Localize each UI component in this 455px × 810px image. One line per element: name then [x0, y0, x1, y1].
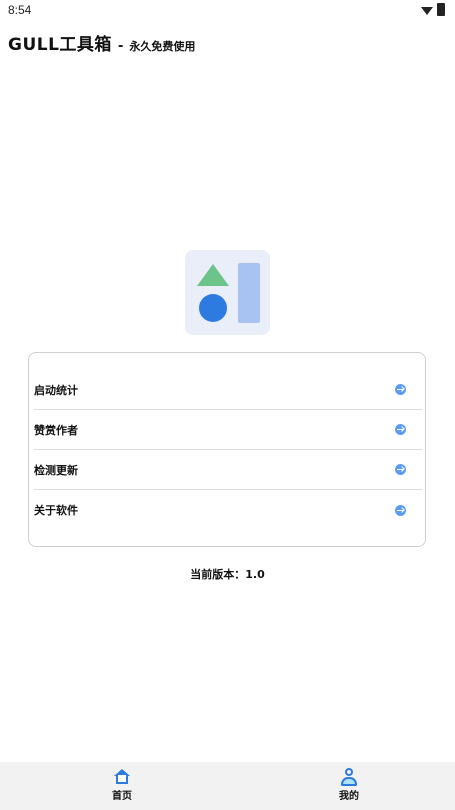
wifi-icon — [421, 6, 433, 15]
bottom-nav: 首页 我的 — [0, 762, 455, 810]
menu-item-about-software[interactable]: 关于软件 — [34, 490, 422, 530]
menu-item-label: 赞赏作者 — [34, 423, 78, 437]
app-title: GULL工具箱 — [8, 35, 112, 55]
status-bar: 8:54 — [0, 0, 455, 22]
menu-card: 启动统计 赞赏作者 检测更新 关于软件 — [28, 352, 426, 547]
version-text: 当前版本：1.0 — [190, 568, 265, 581]
logo-triangle-shape — [197, 264, 229, 286]
menu-item-label: 关于软件 — [34, 504, 78, 517]
arrow-right-circle-icon — [395, 424, 406, 435]
nav-tab-mine[interactable]: 我的 — [324, 768, 374, 802]
nav-tab-label: 首页 — [112, 791, 132, 802]
menu-item-label: 检测更新 — [34, 463, 78, 477]
home-icon — [113, 768, 131, 786]
app-subtitle: 永久免费使用 — [129, 40, 196, 53]
logo-bar-shape — [238, 263, 260, 323]
arrow-right-circle-icon — [395, 464, 406, 475]
nav-tab-label: 我的 — [339, 791, 359, 802]
status-time: 8:54 — [8, 3, 32, 17]
arrow-right-circle-icon — [395, 504, 406, 516]
menu-item-launch-stats[interactable]: 启动统计 — [34, 370, 422, 410]
logo-circle-shape — [199, 294, 227, 322]
menu-item-check-update[interactable]: 检测更新 — [34, 450, 422, 490]
status-icons — [421, 3, 445, 16]
menu-item-donate-author[interactable]: 赞赏作者 — [34, 410, 422, 450]
user-icon — [340, 768, 358, 786]
title-separator: - — [117, 39, 124, 54]
nav-tab-home[interactable]: 首页 — [97, 768, 147, 802]
app-header: GULL工具箱 - 永久免费使用 — [8, 30, 195, 55]
app-logo-icon — [185, 250, 270, 335]
menu-item-label: 启动统计 — [34, 383, 78, 397]
arrow-right-circle-icon — [395, 384, 406, 395]
battery-icon — [437, 3, 445, 16]
